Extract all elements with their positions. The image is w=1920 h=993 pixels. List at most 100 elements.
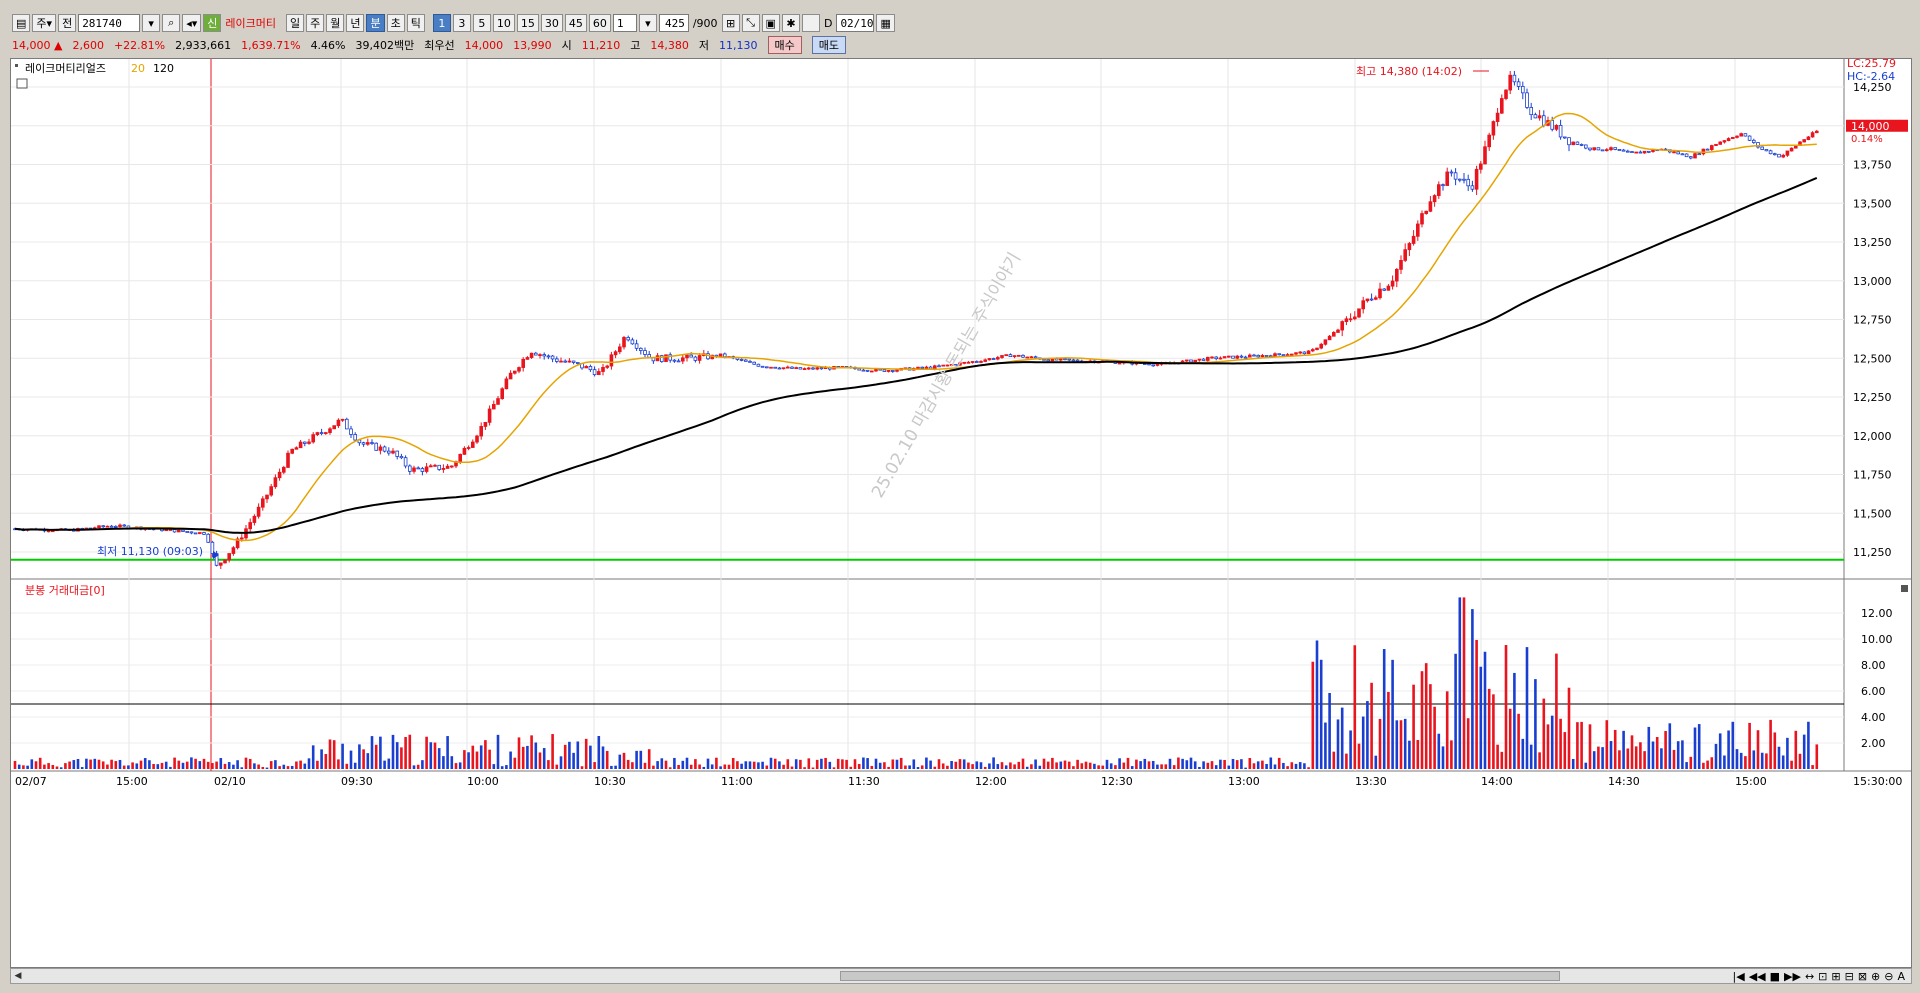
period-year-button[interactable]: 년 — [346, 14, 365, 32]
scroll-stop-button[interactable]: ■ — [1770, 970, 1780, 983]
volume-bar — [1664, 731, 1667, 769]
fit-button[interactable]: ↔ — [1805, 970, 1814, 983]
zoom-out-button[interactable]: ⊖ — [1884, 970, 1893, 983]
volume-bar — [1164, 764, 1168, 769]
code-prefix-button[interactable]: 전 — [58, 14, 77, 32]
interval-15-button[interactable]: 15 — [516, 14, 539, 32]
chart-area[interactable]: 02/07 15:00 02/10 09:30 10:00 10:30 11:00 11:30… — [10, 58, 1912, 968]
search-icon[interactable]: ⌕ — [162, 14, 181, 32]
period-tick-button[interactable]: 틱 — [406, 14, 425, 32]
high-label: 고 — [630, 39, 641, 52]
panel-close-icon[interactable] — [1901, 585, 1908, 592]
scroll-track[interactable] — [25, 970, 1727, 982]
volume-bar — [1794, 730, 1798, 769]
candle-body — [1550, 120, 1555, 130]
indicator-icon[interactable]: ⊞ — [721, 14, 740, 32]
code-dropdown-icon[interactable]: ▾ — [142, 14, 161, 32]
volume-bar — [127, 765, 130, 769]
candle-body — [349, 428, 353, 435]
tool-3-button[interactable]: ⊟ — [1845, 970, 1854, 983]
volume-bar — [215, 761, 218, 769]
interval-60-button[interactable]: 60 — [588, 14, 611, 32]
candle-body — [378, 446, 383, 451]
volume-bar — [1210, 761, 1214, 769]
interval-30-button[interactable]: 30 — [540, 14, 563, 32]
tool-4-button[interactable]: ⊠ — [1858, 970, 1867, 983]
buy-order-button[interactable]: 매수 — [767, 36, 802, 54]
legend-table-icon[interactable] — [16, 78, 28, 89]
interval-45-button[interactable]: 45 — [564, 14, 587, 32]
volume-bar — [1235, 760, 1239, 769]
volume-bar — [1538, 752, 1541, 769]
save-icon[interactable]: ▣ — [761, 14, 780, 32]
candle-body — [403, 457, 408, 467]
font-button[interactable]: A — [1897, 970, 1905, 983]
interval-1-button[interactable]: 1 — [432, 14, 451, 32]
sell-order-button[interactable]: 매도 — [811, 36, 846, 54]
interval-dropdown-icon[interactable]: ▾ — [638, 14, 657, 32]
interval-5-button[interactable]: 5 — [472, 14, 491, 32]
zoom-in-button[interactable]: ⊕ — [1871, 970, 1880, 983]
scroll-prev-button[interactable]: ◀◀ — [1749, 970, 1766, 983]
volume-bar — [1681, 740, 1684, 769]
count-input[interactable]: 425 — [658, 14, 689, 32]
candle-body — [101, 525, 106, 528]
period-month-button[interactable]: 월 — [326, 14, 345, 32]
candle-body — [311, 434, 315, 443]
volume-bar — [849, 766, 853, 769]
candle-body — [1407, 243, 1412, 251]
calendar-icon[interactable]: ▦ — [876, 14, 895, 32]
scroll-next-button[interactable]: ▶▶ — [1784, 970, 1801, 983]
volume-bar — [1618, 750, 1621, 769]
scroll-first-button[interactable]: |◀ — [1733, 970, 1745, 983]
volume-bar — [698, 764, 701, 769]
volume-bar — [1122, 762, 1126, 769]
volume-bar — [1324, 722, 1327, 769]
volume-bar — [370, 736, 374, 769]
stock-code-input[interactable]: 281740 — [78, 14, 141, 32]
interval-10-button[interactable]: 10 — [492, 14, 515, 32]
turnover-pct: 4.46% — [310, 38, 346, 52]
x-tick-label: 02/10 — [214, 775, 246, 788]
volume-bar — [110, 759, 113, 769]
chart-canvas[interactable]: 02/07 15:00 02/10 09:30 10:00 10:30 11:00 11:30… — [11, 59, 1911, 967]
candle-body — [1680, 153, 1685, 156]
interval-select[interactable]: 1 — [612, 14, 637, 32]
tool-1-button[interactable]: ⊡ — [1818, 970, 1827, 983]
period-week-button[interactable]: 주 — [306, 14, 325, 32]
period-minute-button[interactable]: 분 — [366, 14, 385, 32]
volume-bar — [1706, 760, 1709, 769]
volume-bar — [337, 759, 340, 769]
sound-icon[interactable]: ◂▾ — [182, 14, 202, 32]
volume-bar — [694, 759, 697, 769]
tool-2-button[interactable]: ⊞ — [1831, 970, 1840, 983]
candle-body — [1495, 112, 1500, 122]
draw-tool-icon[interactable]: ⤡ — [741, 14, 760, 32]
interval-3-button[interactable]: 3 — [452, 14, 471, 32]
date-input[interactable]: 02/10 — [836, 14, 875, 32]
volume-bar — [618, 754, 622, 769]
scroll-thumb[interactable] — [840, 971, 1560, 981]
volume-bar — [967, 762, 970, 769]
volume-bar — [1126, 757, 1130, 769]
layout-icon[interactable]: ▤ — [12, 14, 31, 32]
period-main-select[interactable]: 주 ▾ — [32, 14, 57, 32]
bid-price: 13,990 — [513, 38, 552, 52]
y-tick-label: 12,250 — [1853, 391, 1892, 404]
volume-bar — [1508, 708, 1512, 769]
volume-bar — [244, 757, 248, 769]
volume-bar — [1399, 720, 1403, 769]
chart-scrollbar[interactable]: ◀ |◀ ◀◀ ■ ▶▶ ↔ ⊡ ⊞ ⊟ ⊠ ⊕ ⊖ A — [10, 968, 1912, 984]
date-checkbox[interactable] — [801, 14, 820, 32]
volume-bar — [1739, 752, 1743, 769]
candle-body — [1042, 358, 1046, 361]
settings-icon[interactable]: ✱ — [781, 14, 800, 32]
candle-body — [1029, 356, 1034, 359]
candle-body — [1390, 280, 1395, 287]
period-second-button[interactable]: 초 — [386, 14, 405, 32]
scroll-left-icon[interactable]: ◀ — [11, 969, 25, 983]
trade-amount: 39,402백만 — [355, 39, 415, 52]
volume-bar — [160, 762, 164, 769]
period-day-button[interactable]: 일 — [285, 14, 305, 32]
candle-body — [302, 441, 307, 444]
